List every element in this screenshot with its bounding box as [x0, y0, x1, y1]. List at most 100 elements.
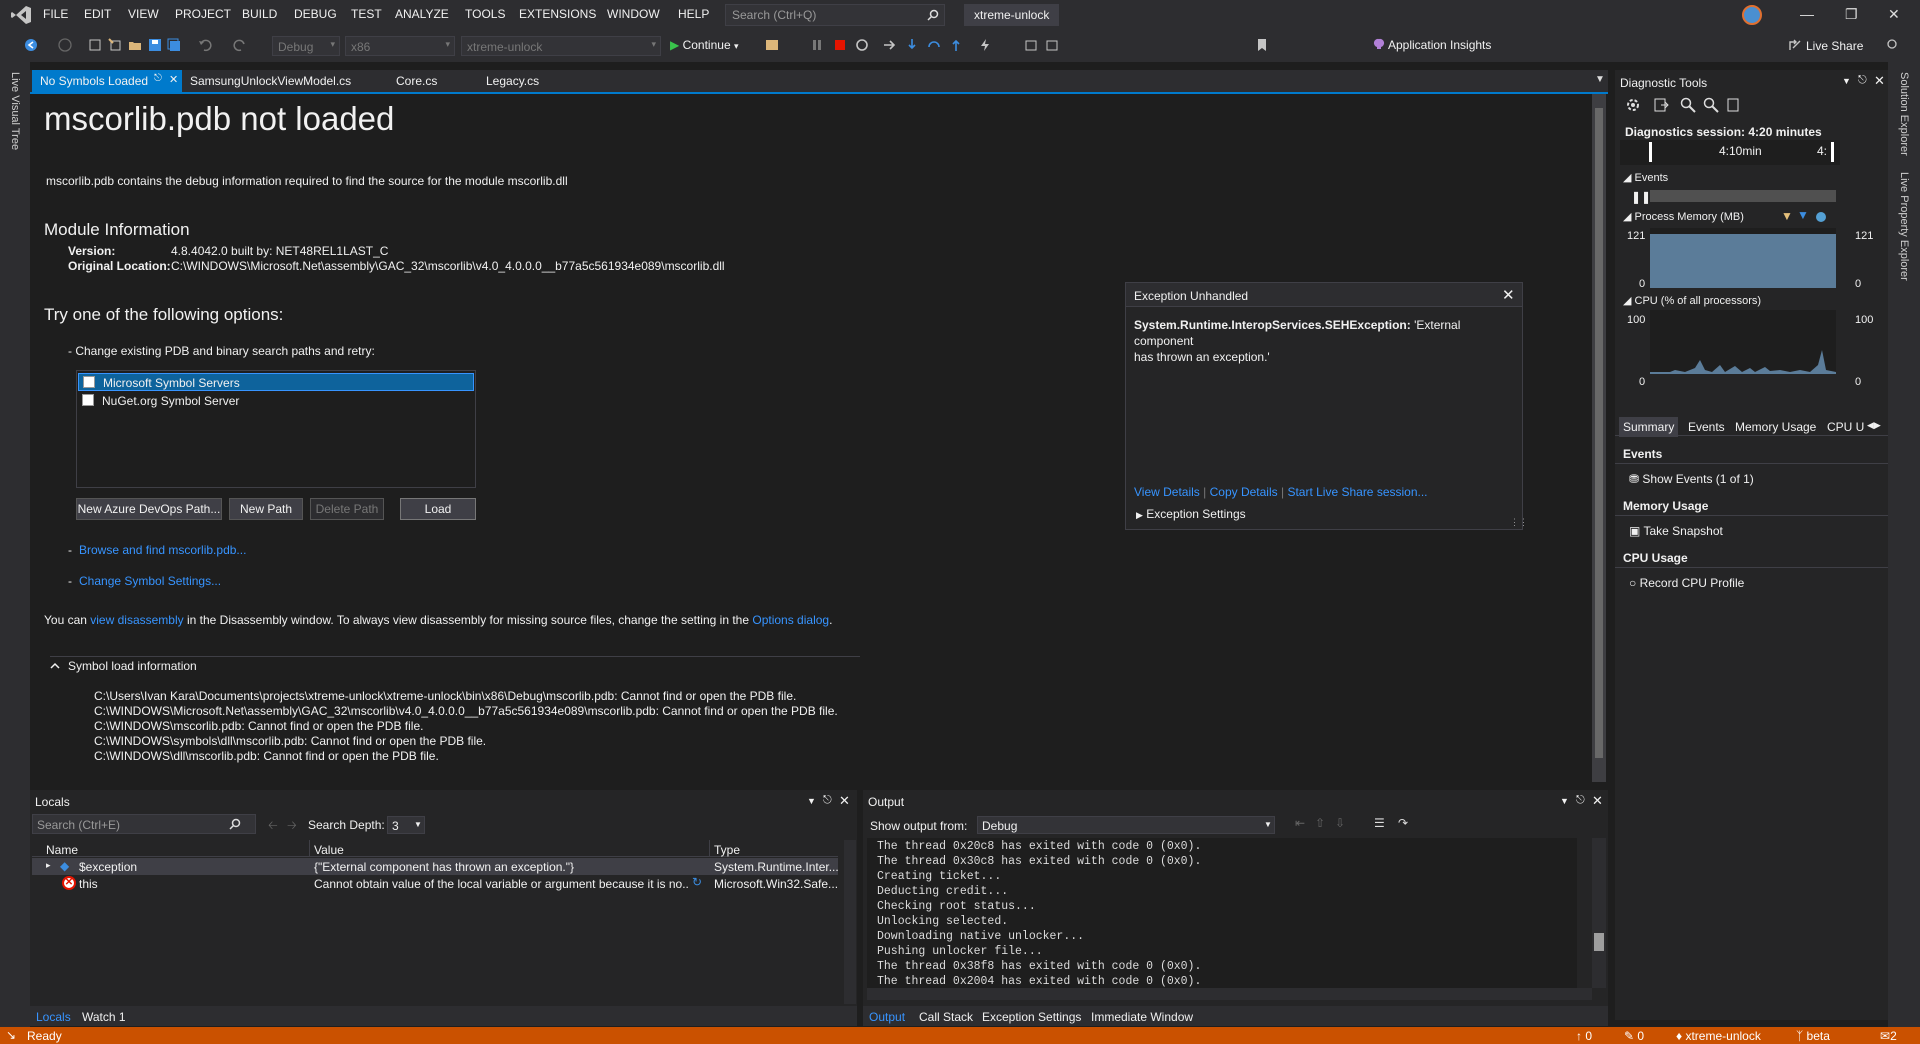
take-snapshot-button[interactable]: ▣ Take Snapshot	[1629, 524, 1723, 538]
next-message-icon[interactable]: ⇩	[1335, 816, 1345, 830]
column-header-name[interactable]: Name	[46, 843, 78, 857]
menu-build[interactable]: BUILD	[242, 7, 277, 21]
open-folder-icon[interactable]	[128, 38, 142, 52]
timeline-handle[interactable]	[1831, 142, 1834, 162]
exception-settings-toggle[interactable]: ▶ Exception Settings	[1136, 507, 1246, 521]
step-over-icon[interactable]	[927, 38, 941, 52]
minimize-icon[interactable]: —	[1800, 6, 1814, 22]
timeline-ruler[interactable]: 4:10min 4:	[1620, 140, 1840, 165]
record-cpu-profile-button[interactable]: ○ Record CPU Profile	[1629, 576, 1744, 590]
redo-icon[interactable]	[233, 38, 247, 52]
step-out-icon[interactable]	[949, 38, 963, 52]
menu-window[interactable]: WINDOW	[607, 7, 660, 21]
pending-changes[interactable]: ✎ 0	[1624, 1029, 1644, 1043]
gear-icon[interactable]	[1625, 97, 1641, 113]
refresh-icon[interactable]: ↻	[692, 875, 702, 889]
tab-call-stack[interactable]: Call Stack	[919, 1010, 973, 1024]
show-events-button[interactable]: ⛃ Show Events (1 of 1)	[1629, 472, 1754, 486]
search-depth-select[interactable]: 3 ▼	[387, 816, 425, 834]
menu-file[interactable]: FILE	[43, 7, 68, 21]
close-icon[interactable]: ✕	[1874, 73, 1885, 89]
change-symbol-settings-link[interactable]: Change Symbol Settings...	[79, 574, 221, 588]
load-button[interactable]: Load	[400, 498, 476, 520]
export-icon[interactable]	[1653, 97, 1669, 113]
restore-icon[interactable]: ❐	[1845, 6, 1858, 23]
events-track[interactable]	[1650, 190, 1836, 202]
doc-vertical-scrollbar[interactable]	[1592, 94, 1606, 782]
search-icon[interactable]	[229, 818, 241, 830]
tab-exception-settings[interactable]: Exception Settings	[982, 1010, 1081, 1024]
checkbox[interactable]	[83, 376, 95, 388]
forward-search-icon[interactable]: 🡢	[287, 816, 297, 837]
tab-samsung-unlock-view-model[interactable]: SamsungUnlockViewModel.cs	[182, 70, 359, 92]
restart-icon[interactable]	[855, 38, 869, 52]
back-icon[interactable]	[24, 38, 38, 52]
solution-explorer-tab[interactable]: Solution Explorer	[1898, 72, 1910, 156]
prev-message-icon[interactable]: ⇧	[1315, 816, 1325, 830]
output-text[interactable]: The thread 0x20c8 has exited with code 0…	[867, 838, 1577, 988]
tab-locals[interactable]: Locals	[36, 1010, 71, 1024]
app-insights-button[interactable]: Application Insights	[1388, 38, 1491, 52]
symbol-load-heading[interactable]: Symbol load information	[68, 659, 197, 673]
list-item[interactable]: NuGet.org Symbol Server	[78, 392, 474, 410]
threads-icon[interactable]	[1045, 38, 1059, 52]
output-horizontal-scrollbar[interactable]	[867, 988, 1592, 1000]
reset-zoom-icon[interactable]	[1725, 97, 1741, 113]
dropdown-icon[interactable]: ▼	[1560, 796, 1569, 806]
view-disassembly-link[interactable]: view disassembly	[90, 613, 183, 627]
menu-debug[interactable]: DEBUG	[294, 7, 337, 21]
new-path-button[interactable]: New Path	[229, 498, 303, 520]
save-icon[interactable]	[148, 38, 162, 52]
tab-legacy[interactable]: Legacy.cs	[478, 70, 547, 92]
list-item[interactable]: Microsoft Symbol Servers	[78, 373, 474, 391]
back-search-icon[interactable]: 🡠	[268, 816, 278, 837]
menu-view[interactable]: VIEW	[128, 7, 159, 21]
tab-events[interactable]: Events	[1688, 420, 1725, 434]
tab-watch-1[interactable]: Watch 1	[82, 1010, 126, 1024]
pin-icon[interactable]: ⎋	[823, 794, 832, 807]
locals-search-input[interactable]: Search (Ctrl+E)	[32, 814, 256, 834]
pin-icon[interactable]: ⎋	[154, 73, 162, 84]
delete-path-button[interactable]: Delete Path	[310, 498, 384, 520]
resize-grip-icon[interactable]: ⋮⋮	[1510, 517, 1528, 528]
pin-icon[interactable]: ⎋	[1858, 74, 1867, 87]
startup-project-combo[interactable]: xtreme-unlock ▾	[461, 36, 661, 56]
word-wrap-icon[interactable]: ↷	[1398, 816, 1408, 830]
repository-selector[interactable]: ♦ xtreme-unlock	[1676, 1029, 1761, 1043]
stop-icon[interactable]	[833, 38, 847, 52]
save-all-icon[interactable]	[167, 38, 181, 52]
clear-all-icon[interactable]: ☰	[1374, 816, 1385, 830]
solution-config-combo[interactable]: Debug ▾	[272, 36, 340, 56]
menu-test[interactable]: TEST	[351, 7, 382, 21]
hot-reload-icon[interactable]	[978, 38, 992, 52]
table-row[interactable]: ✕ this Cannot obtain value of the local …	[32, 875, 838, 892]
tab-scroll-icon[interactable]: ◀▶	[1867, 420, 1881, 431]
column-header-value[interactable]: Value	[314, 843, 344, 857]
tab-output[interactable]: Output	[869, 1010, 905, 1024]
show-next-statement-icon[interactable]	[883, 38, 897, 52]
tab-immediate-window[interactable]: Immediate Window	[1091, 1010, 1193, 1024]
branch-selector[interactable]: ᛉ beta	[1796, 1029, 1830, 1043]
table-row[interactable]: ▸ ◆ $exception {"External component has …	[32, 858, 838, 875]
checkbox[interactable]	[82, 394, 94, 406]
view-details-link[interactable]: View Details	[1134, 485, 1200, 499]
process-icon[interactable]	[1024, 38, 1038, 52]
menu-tools[interactable]: TOOLS	[465, 7, 505, 21]
find-message-icon[interactable]: ⇤	[1295, 816, 1305, 830]
forward-icon[interactable]	[58, 38, 72, 52]
menu-help[interactable]: HELP	[678, 7, 709, 21]
live-property-explorer-tab[interactable]: Live Property Explorer	[1898, 172, 1910, 281]
zoom-out-icon[interactable]	[1703, 97, 1719, 113]
timeline-handle[interactable]	[1649, 142, 1652, 162]
expand-icon[interactable]: ▸	[46, 860, 51, 871]
notifications[interactable]: ✉2	[1880, 1029, 1897, 1043]
unpushed-commits[interactable]: ↑ 0	[1576, 1029, 1592, 1043]
pause-events-icon[interactable]: ❚❚	[1631, 190, 1651, 204]
scrollbar-thumb[interactable]	[1594, 933, 1604, 951]
options-dialog-link[interactable]: Options dialog	[752, 613, 829, 627]
menu-extensions[interactable]: EXTENSIONS	[519, 7, 596, 21]
live-share-link[interactable]: Start Live Share session...	[1287, 485, 1427, 499]
bookmark-icon[interactable]	[1255, 38, 1269, 52]
copy-details-link[interactable]: Copy Details	[1210, 485, 1278, 499]
new-azure-devops-path-button[interactable]: New Azure DevOps Path...	[76, 498, 222, 520]
